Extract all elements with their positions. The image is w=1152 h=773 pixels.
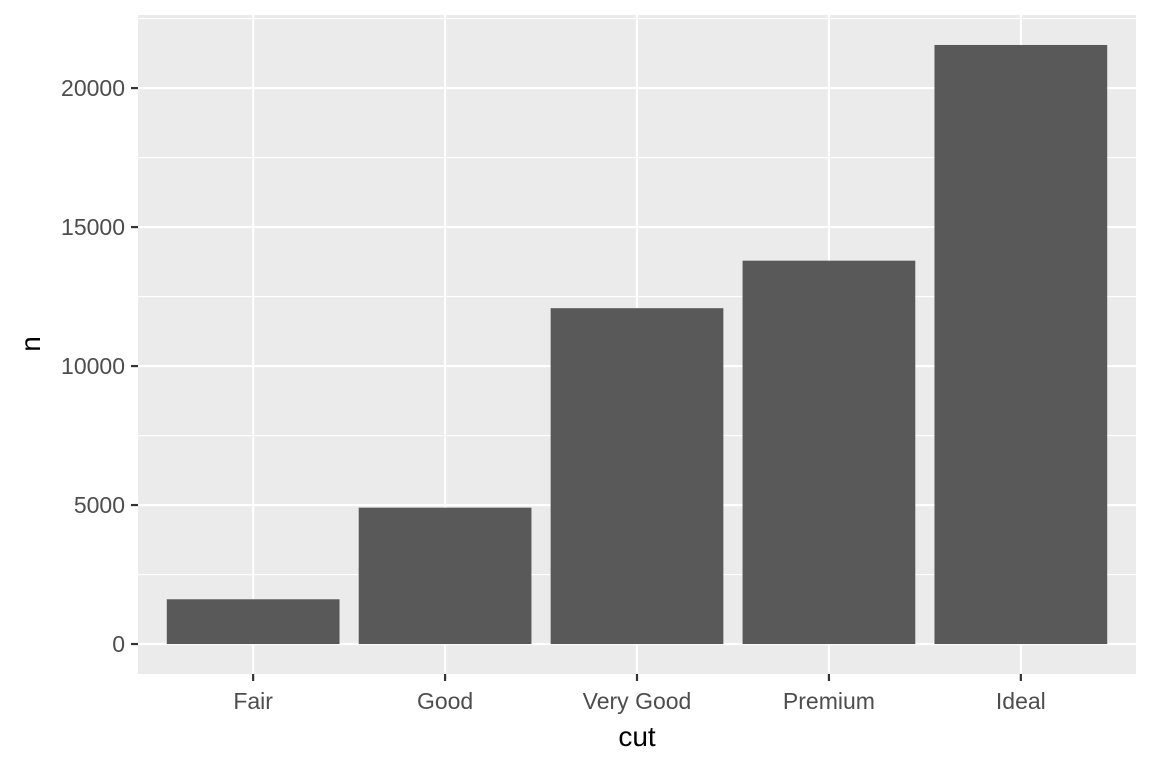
y-tick-label: 20000 xyxy=(61,75,125,101)
bar-fair xyxy=(166,599,340,645)
y-tick-label: 10000 xyxy=(61,353,125,379)
x-tick-label: Fair xyxy=(233,688,273,714)
x-tick-label: Good xyxy=(417,688,473,714)
bar-very-good xyxy=(550,308,724,645)
y-tick-label: 5000 xyxy=(74,492,125,518)
x-axis: Fair Good Very Good Premium Ideal xyxy=(233,674,1046,714)
bar-good xyxy=(358,507,532,645)
y-tick-label: 0 xyxy=(112,631,125,657)
bar-chart: 0 5000 10000 15000 20000 Fair Good Very Good Pr… xyxy=(15,15,1136,752)
y-tick-label: 15000 xyxy=(61,214,125,240)
bar-ideal xyxy=(934,44,1108,645)
bar-premium xyxy=(742,260,916,645)
x-axis-title: cut xyxy=(618,721,656,752)
x-tick-label: Premium xyxy=(783,688,875,714)
y-axis: 0 5000 10000 15000 20000 xyxy=(61,75,138,657)
y-axis-title: n xyxy=(15,336,46,352)
x-tick-label: Very Good xyxy=(583,688,692,714)
x-tick-label: Ideal xyxy=(996,688,1046,714)
